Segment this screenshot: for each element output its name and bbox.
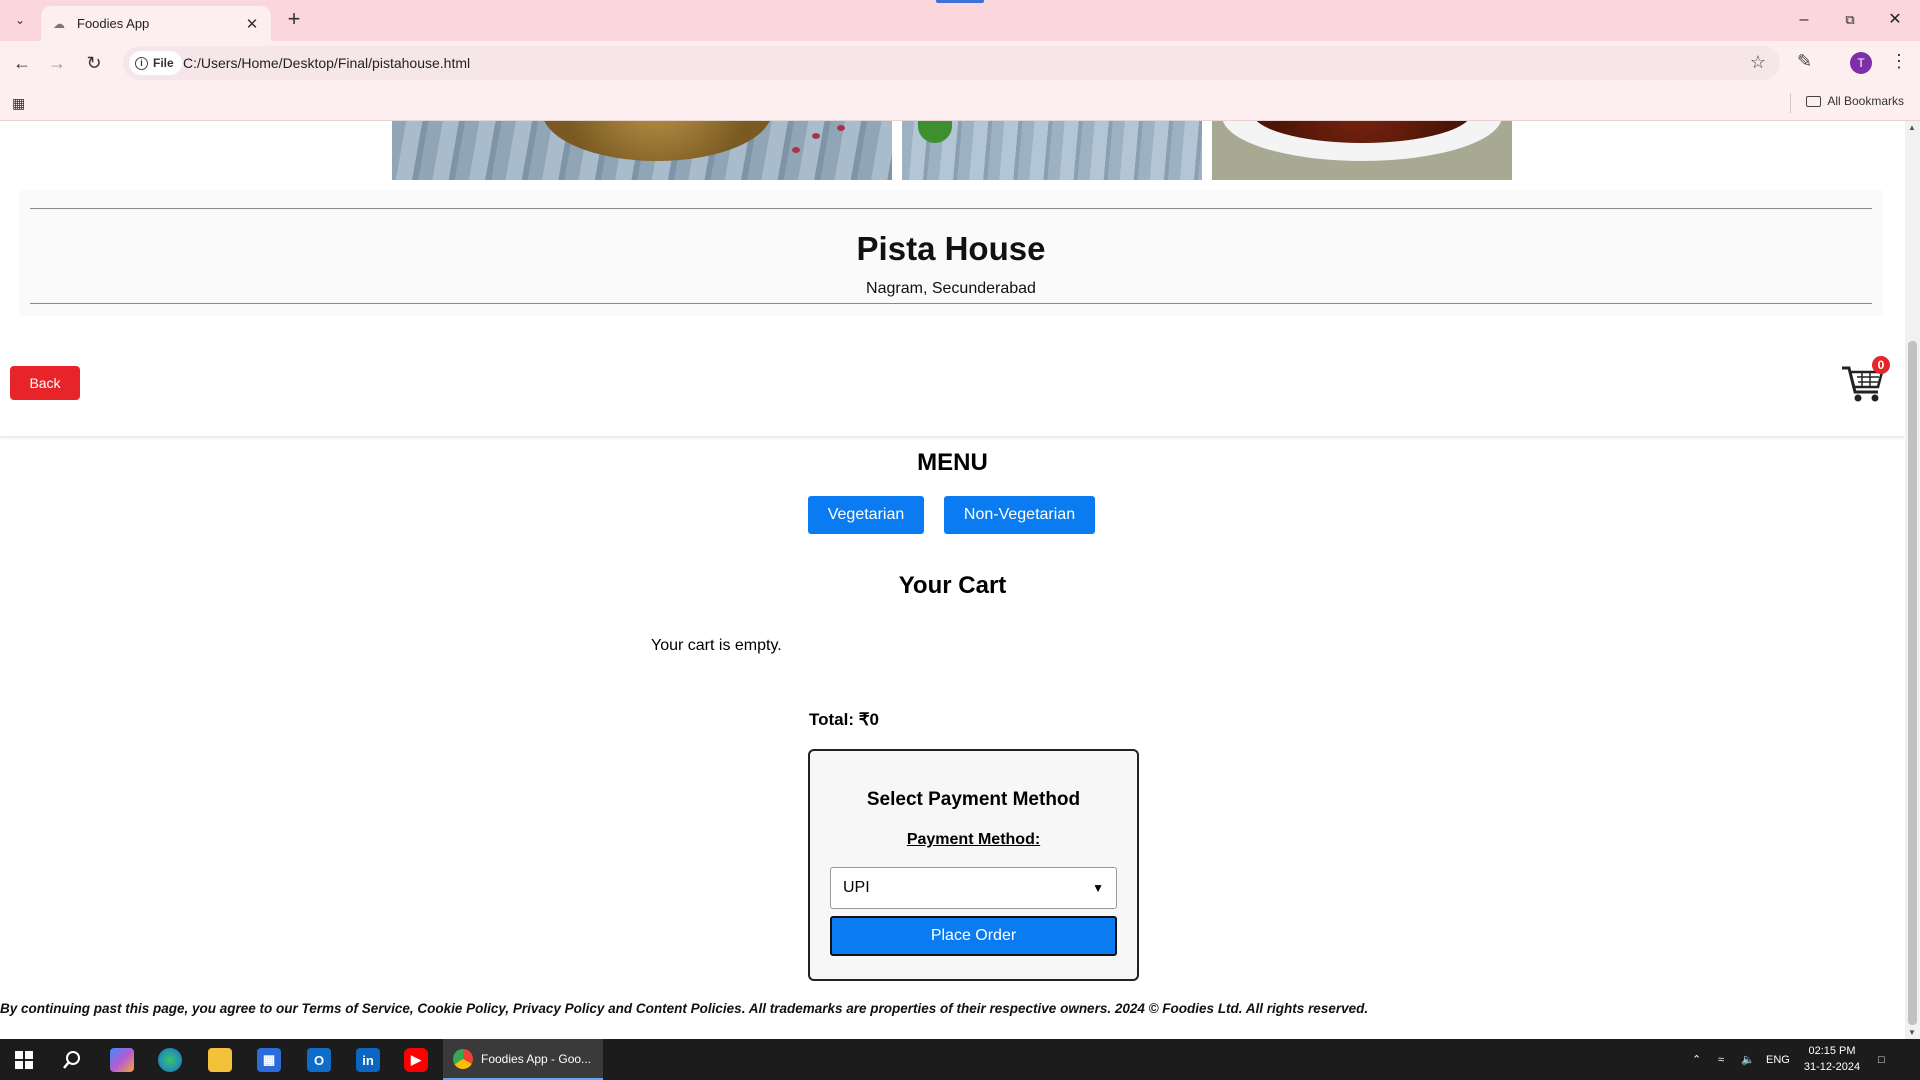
edge-icon[interactable] bbox=[158, 1048, 182, 1072]
all-bookmarks-label: All Bookmarks bbox=[1827, 94, 1904, 108]
system-clock[interactable]: 02:15 PM 31-12-2024 bbox=[1800, 1043, 1864, 1075]
close-icon[interactable]: ✕ bbox=[243, 15, 261, 33]
browser-toolbar: ← → ↻ i File C:/Users/Home/Desktop/Final… bbox=[0, 41, 1920, 85]
browser-titlebar: ⌄ ☁ Foodies App ✕ + – ⧉ ✕ bbox=[0, 0, 1920, 41]
food-image-1 bbox=[392, 121, 892, 180]
scroll-thumb[interactable] bbox=[1908, 341, 1917, 1025]
bookmarks-bar: ▦ All Bookmarks bbox=[0, 85, 1920, 121]
outlook-icon[interactable]: O bbox=[307, 1048, 331, 1072]
volume-icon[interactable]: 🔈 bbox=[1741, 1039, 1755, 1080]
menu-title: MENU bbox=[917, 449, 988, 476]
language-indicator[interactable]: ENG bbox=[1766, 1039, 1790, 1080]
store-icon[interactable]: ▦ bbox=[257, 1048, 281, 1072]
petal-shape bbox=[812, 133, 820, 139]
back-button[interactable]: Back bbox=[10, 366, 80, 400]
cart-count-badge: 0 bbox=[1872, 356, 1890, 374]
file-explorer-icon[interactable] bbox=[208, 1048, 232, 1072]
cart-total: Total: ₹0 bbox=[809, 710, 880, 729]
site-info-label: File bbox=[153, 56, 174, 70]
footer-legal-text: By continuing past this page, you agree … bbox=[0, 1001, 1369, 1016]
scroll-down-arrow-icon[interactable]: ▼ bbox=[1908, 1028, 1916, 1037]
food-image-3 bbox=[1212, 121, 1512, 180]
divider-top bbox=[30, 208, 1872, 209]
profile-avatar[interactable]: T bbox=[1850, 52, 1872, 74]
top-edge-indicator bbox=[936, 0, 984, 3]
all-bookmarks-button[interactable]: All Bookmarks bbox=[1806, 94, 1904, 108]
taskbar-app-label: Foodies App - Goo... bbox=[481, 1051, 592, 1066]
address-bar[interactable]: i File C:/Users/Home/Desktop/Final/pista… bbox=[123, 46, 1780, 80]
back-arrow-icon[interactable]: ← bbox=[10, 51, 34, 75]
info-icon: i bbox=[135, 56, 148, 70]
tab-foodies-app[interactable]: ☁ Foodies App ✕ bbox=[41, 6, 271, 41]
clock-time: 02:15 PM bbox=[1808, 1045, 1856, 1057]
tab-search-button[interactable]: ⌄ bbox=[6, 8, 34, 32]
plus-icon[interactable]: + bbox=[282, 8, 306, 32]
chevron-down-icon: ▼ bbox=[1092, 881, 1104, 895]
bookmarks-divider bbox=[1790, 93, 1791, 113]
payment-method-label: Payment Method: bbox=[906, 831, 1041, 848]
linkedin-icon[interactable]: in bbox=[356, 1048, 380, 1072]
apps-grid-icon[interactable]: ▦ bbox=[12, 95, 25, 112]
star-icon[interactable]: ☆ bbox=[1750, 52, 1766, 73]
cart-button[interactable]: 0 bbox=[1840, 356, 1890, 406]
folder-icon bbox=[1806, 95, 1822, 107]
taskbar-chrome-app[interactable]: Foodies App - Goo... bbox=[443, 1039, 603, 1080]
action-bar: Back 0 bbox=[0, 336, 1905, 436]
divider-bottom bbox=[30, 303, 1872, 304]
petal-shape bbox=[837, 125, 845, 131]
forward-arrow-icon[interactable]: → bbox=[45, 51, 69, 75]
vegetarian-button[interactable]: Vegetarian bbox=[808, 496, 924, 534]
minimize-icon[interactable]: – bbox=[1789, 8, 1819, 32]
cart-title: Your Cart bbox=[898, 572, 1007, 599]
restaurant-info-card: Pista House Nagram, Secunderabad bbox=[19, 190, 1883, 316]
kebab-menu-icon[interactable]: ⋮ bbox=[1890, 51, 1908, 72]
windows-start-icon[interactable] bbox=[12, 1048, 36, 1072]
page-viewport: Pista House Nagram, Secunderabad Back 0 … bbox=[0, 121, 1905, 1039]
restaurant-location: Nagram, Secunderabad bbox=[866, 280, 1036, 297]
reload-icon[interactable]: ↻ bbox=[82, 51, 106, 75]
wifi-icon[interactable]: ≈ bbox=[1718, 1039, 1724, 1080]
notification-icon[interactable]: □ bbox=[1878, 1039, 1885, 1080]
copilot-icon[interactable] bbox=[110, 1048, 134, 1072]
chrome-icon bbox=[453, 1048, 473, 1069]
url-text[interactable]: C:/Users/Home/Desktop/Final/pistahouse.h… bbox=[183, 55, 470, 71]
windows-taskbar: ▦ O in ▶ Foodies App - Goo... ⌃ ≈ 🔈 ENG … bbox=[0, 1039, 1920, 1080]
site-info-chip[interactable]: i File bbox=[129, 51, 182, 75]
non-vegetarian-button[interactable]: Non-Vegetarian bbox=[944, 496, 1095, 534]
clock-date: 31-12-2024 bbox=[1803, 1061, 1861, 1073]
payment-title: Select Payment Method bbox=[866, 789, 1081, 810]
puzzle-icon[interactable]: ✎ bbox=[1797, 51, 1812, 72]
chevron-down-icon: ⌄ bbox=[14, 13, 26, 27]
youtube-icon[interactable]: ▶ bbox=[404, 1048, 428, 1072]
payment-panel: Select Payment Method Payment Method: UP… bbox=[808, 749, 1139, 981]
bowl-shape bbox=[542, 121, 772, 161]
tray-overflow-icon[interactable]: ⌃ bbox=[1692, 1039, 1701, 1080]
page-scrollbar[interactable]: ▲ ▼ bbox=[1905, 121, 1920, 1039]
globe-icon: ☁ bbox=[53, 16, 65, 31]
window-close-icon[interactable]: ✕ bbox=[1880, 8, 1910, 32]
leaf-shape bbox=[918, 121, 952, 143]
payment-method-value: UPI bbox=[843, 879, 870, 896]
place-order-button[interactable]: Place Order bbox=[830, 916, 1117, 956]
restaurant-name: Pista House bbox=[856, 230, 1046, 267]
food-image-2 bbox=[902, 121, 1202, 180]
scroll-up-arrow-icon[interactable]: ▲ bbox=[1908, 123, 1916, 132]
tab-title: Foodies App bbox=[77, 16, 150, 31]
search-icon[interactable] bbox=[60, 1048, 84, 1072]
restore-icon[interactable]: ⧉ bbox=[1835, 8, 1865, 32]
petal-shape bbox=[792, 147, 800, 153]
cart-empty-message: Your cart is empty. bbox=[651, 637, 782, 654]
payment-method-select[interactable]: UPI ▼ bbox=[830, 867, 1117, 909]
